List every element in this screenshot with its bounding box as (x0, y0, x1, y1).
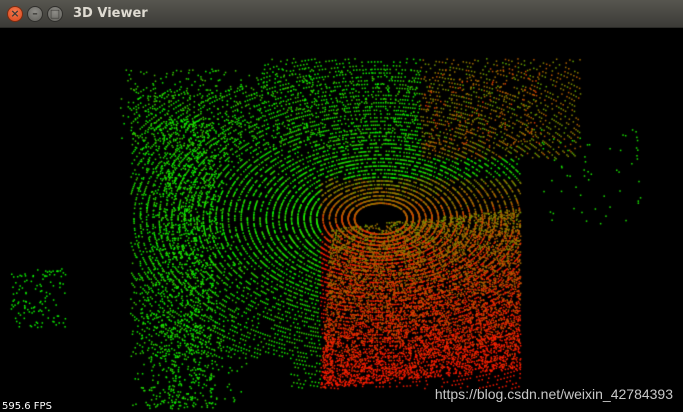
title-bar[interactable]: × – □ 3D Viewer (0, 0, 683, 28)
maximize-window-icon[interactable]: □ (47, 6, 63, 22)
fps-counter: 595.6 FPS (2, 401, 52, 412)
point-cloud-viewport[interactable]: 595.6 FPS https://blog.csdn.net/weixin_4… (0, 28, 683, 412)
viewer-window: × – □ 3D Viewer 595.6 FPS https://blog.c… (0, 0, 683, 412)
watermark-url: https://blog.csdn.net/weixin_42784393 (434, 386, 673, 402)
close-window-icon[interactable]: × (7, 6, 23, 22)
minimize-window-icon[interactable]: – (27, 6, 43, 22)
point-cloud-canvas[interactable] (0, 28, 683, 412)
window-title: 3D Viewer (73, 6, 148, 21)
